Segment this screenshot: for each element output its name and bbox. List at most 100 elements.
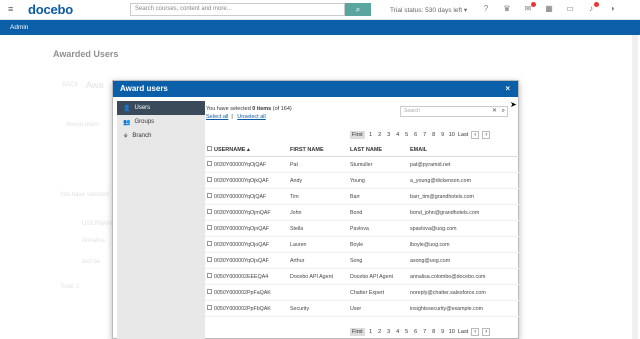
pager-page[interactable]: 5: [404, 329, 410, 335]
row-checkbox[interactable]: [207, 257, 212, 262]
cell-username: 0030Y00000YqOjsQAF: [214, 257, 269, 264]
modal-search-input[interactable]: Search ✕ ⌕: [400, 106, 508, 117]
table-row[interactable]: 0030Y00000YqOjsQAF Arthur Song asong@uog.co…: [205, 253, 520, 269]
hamburger-menu-icon[interactable]: ≡: [8, 5, 16, 14]
table-row[interactable]: 0030Y00000YqOjoQAF Lauren Boyle lboyle@uog.…: [205, 237, 520, 253]
table-row[interactable]: 0030Y00000YqOjmQAF John Bond bond_john@gran…: [205, 205, 520, 221]
chevron-right-icon[interactable]: ›: [482, 328, 491, 336]
award-users-modal: Award users × 👤 Users 👥 Groups ⚘ Branch …: [112, 80, 520, 339]
cell-first-name: Tim: [290, 193, 299, 200]
pager-first[interactable]: First: [350, 131, 365, 139]
pager-page[interactable]: 6: [413, 329, 419, 335]
chat-icon[interactable]: ▭: [565, 4, 575, 14]
row-checkbox[interactable]: [207, 273, 212, 278]
column-last-name[interactable]: LAST NAME: [350, 147, 410, 153]
help-icon[interactable]: ?: [481, 4, 491, 14]
cell-email: asong@uog.com: [410, 257, 451, 264]
pager-page[interactable]: 10: [449, 132, 455, 138]
groups-icon: 👥: [123, 119, 131, 126]
cell-username: 0050Y000002PpFbQAK: [214, 305, 271, 312]
admin-label[interactable]: Admin: [10, 24, 28, 31]
cell-last-name: Docebo API Agent: [350, 273, 393, 280]
pager-page[interactable]: 1: [368, 329, 374, 335]
select-all-link[interactable]: Select all: [206, 114, 228, 120]
pager-page[interactable]: 8: [431, 329, 437, 335]
search-icon[interactable]: ⌕: [502, 107, 505, 116]
cell-username: 0050Y000002PpFaQAK: [214, 289, 271, 296]
selection-suffix: (of 164): [271, 106, 292, 112]
clear-search-icon[interactable]: ✕: [492, 107, 497, 116]
table-body: 0030Y00000YqOjQAF Pat Stumuller pat@pyramid…: [205, 157, 520, 317]
cell-email: annalisa.colombo@docebo.com: [410, 273, 486, 280]
pager-page[interactable]: 7: [422, 329, 428, 335]
row-checkbox[interactable]: [207, 225, 212, 230]
sidebar-item-users[interactable]: 👤 Users: [117, 101, 205, 115]
pager-last[interactable]: Last: [458, 329, 468, 335]
sidebar-item-branch[interactable]: ⚘ Branch: [117, 129, 205, 143]
pager-page[interactable]: 9: [440, 329, 446, 335]
table-row[interactable]: 0030Y00000YqOjQAF Pat Stumuller pat@pyramid…: [205, 157, 520, 173]
cell-first-name: Pat: [290, 161, 298, 168]
pager-page[interactable]: 5: [404, 132, 410, 138]
pager-page[interactable]: 9: [440, 132, 446, 138]
pager-page[interactable]: 3: [386, 329, 392, 335]
global-search-button[interactable]: ⌕: [345, 3, 371, 16]
pager-page[interactable]: 3: [386, 132, 392, 138]
top-icons: ? ♛ ✉ ▦ ▭ ♪ ◑: [481, 2, 617, 14]
sidebar-item-groups[interactable]: 👥 Groups: [117, 115, 205, 129]
pager-page[interactable]: 4: [395, 132, 401, 138]
notification-icon[interactable]: ✉: [523, 2, 536, 14]
unselect-all-link[interactable]: Unselect all: [237, 114, 265, 120]
pager-page[interactable]: 2: [377, 329, 383, 335]
table-row[interactable]: 0050Y000002EEEQA4 Docebo API Agent Docebo …: [205, 269, 520, 285]
pager-page[interactable]: 1: [368, 132, 374, 138]
chevron-left-icon[interactable]: ‹: [471, 328, 480, 336]
cell-first-name: Security: [290, 305, 310, 312]
page-scrollbar[interactable]: [632, 35, 638, 339]
column-email[interactable]: EMAIL: [410, 147, 520, 153]
row-checkbox[interactable]: [207, 289, 212, 294]
close-icon[interactable]: ×: [505, 81, 510, 97]
global-search-input[interactable]: Search courses, content and more...: [130, 3, 345, 16]
users-table: USERNAME ▴ FIRST NAME LAST NAME EMAIL 00…: [205, 143, 520, 317]
chevron-left-icon[interactable]: ‹: [471, 131, 480, 139]
row-checkbox[interactable]: [207, 241, 212, 246]
cell-username: 0030Y00000YqOjmQAF: [214, 209, 271, 216]
cell-last-name: Song: [350, 257, 363, 264]
table-row[interactable]: 0050Y000002PpFaQAK Chatter Expert noreply@…: [205, 285, 520, 301]
chevron-right-icon[interactable]: ›: [482, 131, 491, 139]
selection-info: You have selected 0 items (of 164): [206, 106, 292, 112]
row-checkbox[interactable]: [207, 305, 212, 310]
user-avatar-icon[interactable]: ◑: [607, 4, 617, 14]
table-row[interactable]: 0050Y000002PpFbQAK Security User insightsse…: [205, 301, 520, 317]
trophy-icon[interactable]: ♛: [502, 4, 512, 14]
column-username[interactable]: USERNAME ▴: [214, 147, 290, 153]
row-checkbox[interactable]: [207, 161, 212, 166]
cell-email: spavlova@uog.com: [410, 225, 457, 232]
pager-page[interactable]: 7: [422, 132, 428, 138]
user-icon: 👤: [123, 105, 131, 112]
trial-status-dropdown[interactable]: Trial status: 530 days left ▾: [390, 6, 467, 14]
selection-links: Select all | Unselect all: [206, 114, 269, 120]
pager-page[interactable]: 4: [395, 329, 401, 335]
pager-page[interactable]: 2: [377, 132, 383, 138]
row-checkbox[interactable]: [207, 177, 212, 182]
selection-prefix: You have selected: [206, 106, 253, 112]
select-all-checkbox[interactable]: [207, 146, 212, 151]
bell-icon[interactable]: ♪: [586, 2, 599, 14]
table-row[interactable]: 0030Y00000YqOjQAF Tim Barr barr_tim@grandho…: [205, 189, 520, 205]
pager-first[interactable]: First: [350, 328, 365, 336]
pager-page[interactable]: 6: [413, 132, 419, 138]
pager-last[interactable]: Last: [458, 132, 468, 138]
docebo-logo[interactable]: docebo: [28, 2, 73, 17]
pager-page[interactable]: 10: [449, 329, 455, 335]
row-checkbox[interactable]: [207, 193, 212, 198]
table-row[interactable]: 0030Y00000YqOjnQAF Stella Pavlova spavlova@…: [205, 221, 520, 237]
calendar-icon[interactable]: ▦: [544, 4, 554, 14]
sidebar-item-label: Branch: [132, 133, 152, 139]
column-first-name[interactable]: FIRST NAME: [290, 147, 350, 153]
row-checkbox[interactable]: [207, 209, 212, 214]
table-row[interactable]: 0030Y00000YqOjkQAF Andy Young a_young@dicke…: [205, 173, 520, 189]
modal-header: Award users ×: [113, 81, 518, 97]
pager-page[interactable]: 8: [431, 132, 437, 138]
